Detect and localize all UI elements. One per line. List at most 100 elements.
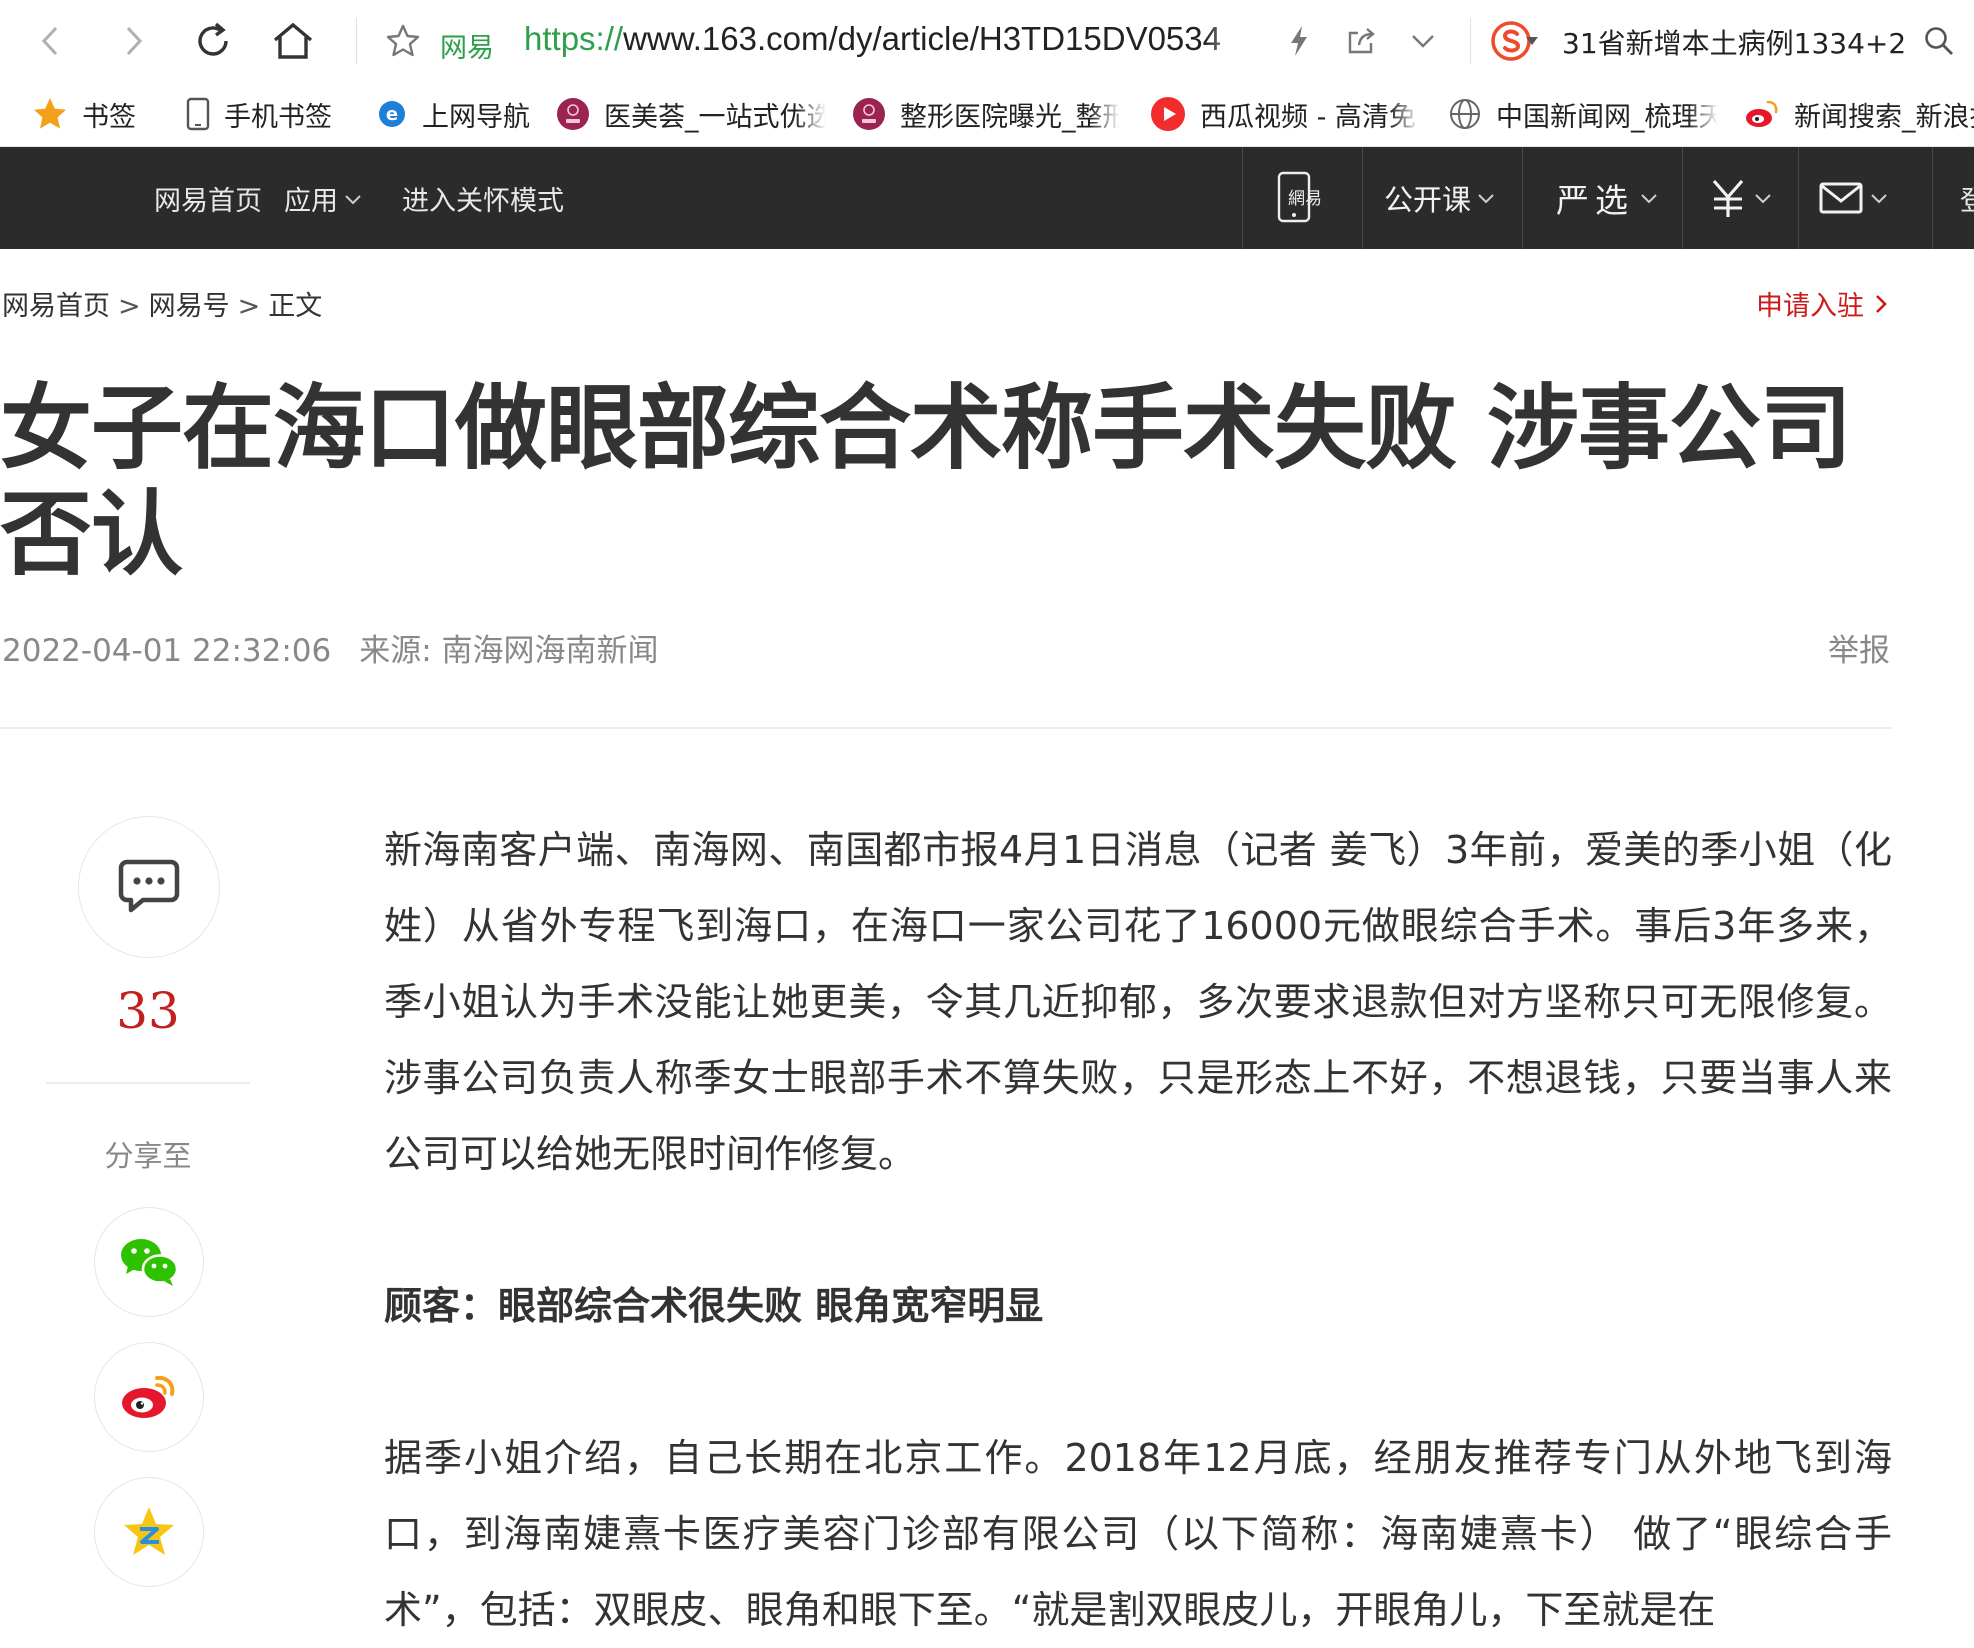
svg-text:網易: 網易 — [1288, 189, 1322, 209]
breadcrumb-current: 正文 — [268, 291, 323, 322]
reload-button[interactable] — [186, 14, 240, 68]
breadcrumb: 网易首页 > 网易号 > 正文 — [2, 284, 322, 323]
bookmark-label: 整形医院曝光_整形 — [900, 101, 1120, 133]
chevron-down-icon — [345, 194, 361, 204]
chevron-down-icon — [1755, 194, 1771, 204]
star-icon — [34, 98, 66, 129]
ie-icon: e — [379, 101, 405, 127]
yuan-icon — [1712, 179, 1744, 217]
bookmark-item[interactable]: 医美荟_一站式优选 — [556, 82, 826, 146]
article-source[interactable]: 来源: 南海网海南新闻 — [359, 633, 658, 669]
comment-count[interactable]: 33 — [78, 982, 218, 1040]
bookmark-label: 新闻搜索_新浪搜 — [1794, 101, 1974, 133]
article-meta: 2022-04-01 22:32:06 来源: 南海网海南新闻 — [2, 625, 659, 670]
bookmarks-bar: 书签 手机书签 e 上网导航 医美荟_一站式优选 整形医院曝光_整形 西瓜视频 … — [0, 82, 1974, 147]
article-paragraph: 新海南客户端、南海网、南国都市报4月1日消息（记者 姜飞）3年前，爱美的季小姐（… — [384, 828, 1892, 1176]
bookmark-item[interactable]: 手机书签 — [186, 82, 356, 146]
breadcrumb-separator: > — [118, 291, 141, 322]
netease-mobile-icon: 網易 — [1277, 171, 1322, 223]
back-button[interactable] — [24, 14, 78, 68]
finance-menu[interactable] — [1708, 147, 1772, 249]
care-mode-link[interactable]: 进入关怀模式 — [402, 179, 564, 218]
comment-bubble-icon — [118, 859, 180, 913]
nav-divider — [1798, 147, 1799, 249]
chevron-right-icon — [1876, 294, 1887, 313]
weibo-icon — [1746, 100, 1778, 127]
open-course-menu[interactable]: 公开课 — [1384, 147, 1495, 249]
svg-text:e: e — [386, 104, 398, 125]
nav-divider — [1242, 147, 1243, 249]
nav-divider — [1932, 147, 1933, 249]
nav-divider — [1522, 147, 1523, 249]
chevron-down-icon — [1478, 194, 1494, 204]
browser-address-bar: 网易 https://www.163.com/dy/article/H3TD15… — [0, 0, 1974, 83]
speed-mode-button[interactable] — [1272, 14, 1326, 68]
url-field[interactable]: https://www.163.com/dy/article/H3TD15DV0… — [524, 20, 1246, 58]
rail-divider — [46, 1082, 250, 1084]
share-wechat-button[interactable] — [94, 1207, 204, 1317]
bookmark-label: 医美荟_一站式优选 — [604, 101, 826, 133]
login-link[interactable]: 登 — [1960, 147, 1974, 249]
article-datetime: 2022-04-01 22:32:06 — [2, 633, 332, 669]
nav-apps-label: 应用 — [284, 186, 338, 217]
mail-icon — [1819, 182, 1863, 214]
breadcrumb-separator: > — [237, 291, 261, 322]
breadcrumb-home[interactable]: 网易首页 — [2, 291, 110, 322]
header-divider — [0, 727, 1892, 729]
open-course-label: 公开课 — [1384, 183, 1472, 217]
chevron-down-icon — [1412, 35, 1434, 48]
yimeihui-icon — [557, 98, 589, 130]
article-title: 女子在海口做眼部综合术称手术失败 涉事公司否认 — [0, 375, 1852, 588]
share-label: 分享至 — [104, 1139, 192, 1173]
bookmark-item[interactable]: 书签 — [32, 82, 152, 146]
address-dropdown-button[interactable] — [1396, 14, 1450, 68]
forward-button[interactable] — [106, 14, 160, 68]
share-qzone-button[interactable] — [94, 1477, 204, 1587]
share-page-button[interactable] — [1334, 14, 1388, 68]
bookmark-item[interactable]: 整形医院曝光_整形 — [852, 82, 1120, 146]
globe-icon — [1450, 99, 1480, 129]
home-icon — [273, 22, 313, 59]
bookmark-item[interactable]: 西瓜视频 - 高清免 — [1150, 82, 1420, 146]
mail-menu[interactable] — [1818, 147, 1888, 249]
search-engine-dropdown[interactable] — [1518, 14, 1546, 68]
toolbar-divider — [1470, 18, 1471, 64]
star-outline-icon — [386, 24, 420, 57]
toolbar-divider — [356, 18, 357, 64]
qzone-star-icon — [124, 1507, 174, 1555]
site-name-label: 网易 — [440, 33, 494, 64]
bookmark-item[interactable]: e 上网导航 — [376, 82, 534, 146]
nav-apps-menu[interactable]: 应用 — [284, 179, 362, 218]
yanxuan-menu[interactable]: 严选 — [1556, 147, 1658, 249]
article-body: 新海南客户端、南海网、南国都市报4月1日消息（记者 姜飞）3年前，爱美的季小姐（… — [384, 812, 1892, 1648]
bookmark-label: 手机书签 — [224, 101, 332, 133]
favorite-button[interactable] — [376, 14, 430, 68]
apply-join-link[interactable]: 申请入驻 — [1756, 284, 1890, 323]
reload-icon — [198, 22, 228, 56]
nav-home-link[interactable]: 网易首页 — [154, 179, 262, 218]
article-paragraph: 据季小姐介绍，自己长期在北京工作。2018年12月底，经朋友推荐专门从外地飞到海… — [384, 1436, 1892, 1632]
bookmark-item[interactable]: 中国新闻网_梳理天 — [1448, 82, 1718, 146]
nav-divider — [1362, 147, 1363, 249]
comment-button[interactable] — [78, 816, 220, 958]
search-input[interactable]: 31省新增本土病例1334+2 — [1562, 22, 1924, 62]
home-button[interactable] — [266, 14, 320, 68]
xigua-icon — [1151, 97, 1185, 131]
chevron-left-icon — [41, 26, 58, 56]
share-weibo-button[interactable] — [94, 1342, 204, 1452]
nav-divider — [1682, 147, 1683, 249]
wechat-icon — [121, 1239, 179, 1286]
mobile-app-button[interactable]: 網易 — [1270, 147, 1336, 249]
search-button[interactable] — [1912, 14, 1966, 68]
caret-down-icon — [1526, 37, 1538, 45]
breadcrumb-wangyihao[interactable]: 网易号 — [149, 291, 230, 322]
bookmark-item[interactable]: 新闻搜索_新浪搜 — [1744, 82, 1974, 146]
bookmark-label: 书签 — [82, 101, 136, 133]
phone-icon — [186, 97, 210, 131]
site-top-nav: 网易首页 应用 进入关怀模式 網易 公开课 严选 登 — [0, 147, 1974, 249]
bookmark-label: 西瓜视频 - 高清免 — [1200, 101, 1416, 133]
article-subheading: 顾客：眼部综合术很失败 眼角宽窄明显 — [384, 1284, 1044, 1328]
lightning-icon — [1291, 26, 1307, 56]
yanxuan-label: 严选 — [1556, 181, 1634, 220]
report-link[interactable]: 举报 — [1828, 625, 1890, 670]
